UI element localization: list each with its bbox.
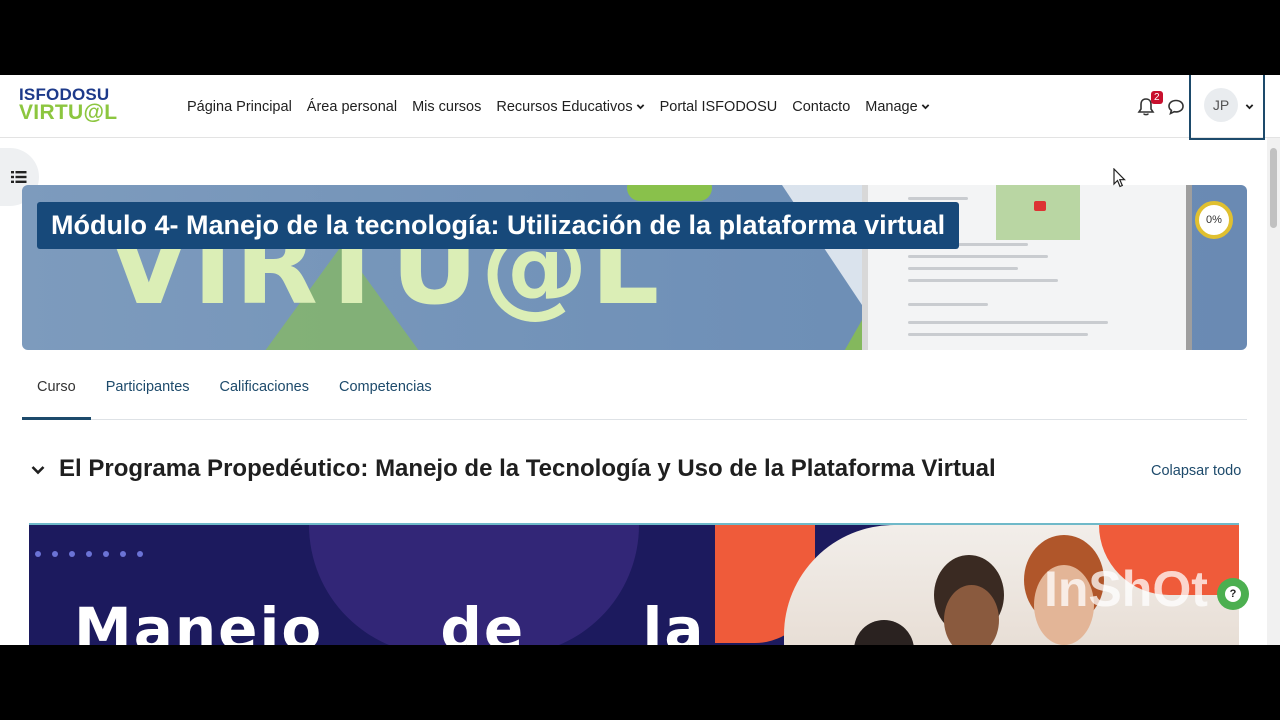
top-navbar: ISFODOSU VIRTU@L Página Principal Área p… (0, 75, 1280, 140)
scrollbar-thumb[interactable] (1270, 148, 1277, 228)
page-title: Módulo 4- Manejo de la tecnología: Utili… (37, 202, 960, 249)
logo-bottom-text: VIRTU@L (19, 101, 118, 124)
site-logo[interactable]: ISFODOSU VIRTU@L (19, 86, 117, 123)
tab-participantes[interactable]: Participantes (91, 360, 205, 420)
course-progress-indicator: 0% (1195, 201, 1233, 239)
browser-viewport: ISFODOSU VIRTU@L Página Principal Área p… (0, 75, 1280, 645)
mouse-cursor-icon (1113, 168, 1126, 188)
nav-item-label: Recursos Educativos (496, 98, 633, 115)
collapse-all-link[interactable]: Colapsar todo (1151, 463, 1241, 479)
nav-item-manage[interactable]: Manage (865, 99, 929, 115)
nav-item-portal-isfodosu[interactable]: Portal ISFODOSU (660, 99, 778, 115)
list-icon (10, 171, 26, 183)
chat-bubble-icon[interactable] (1167, 98, 1185, 116)
primary-navigation: Página Principal Área personal Mis curso… (187, 75, 930, 138)
section-summary-image: Manejo de la InShOt (29, 523, 1239, 645)
question-mark-icon: ? (1225, 586, 1241, 602)
user-menu-toggle[interactable]: JP (1189, 75, 1265, 140)
nav-item-label: Mis cursos (412, 98, 482, 115)
tab-calificaciones[interactable]: Calificaciones (205, 360, 324, 420)
nav-item-mis-cursos[interactable]: Mis cursos (412, 99, 481, 115)
collapse-section-chevron-icon[interactable] (30, 462, 46, 478)
section-title[interactable]: El Programa Propedéutico: Manejo de la T… (59, 455, 996, 483)
help-button[interactable]: ? (1217, 578, 1249, 610)
banner-decoration (627, 185, 712, 201)
image-decoration-dots (35, 551, 143, 557)
nav-item-pagina-principal[interactable]: Página Principal (187, 99, 292, 115)
nav-item-label: Manage (865, 98, 918, 115)
nav-item-label: Portal ISFODOSU (659, 98, 778, 115)
tab-curso[interactable]: Curso (22, 360, 91, 420)
video-watermark: InShOt (1044, 561, 1208, 617)
course-secondary-navigation: Curso Participantes Calificaciones Compe… (22, 360, 1247, 420)
nav-item-label: Área personal (306, 98, 398, 115)
banner-thumb-image (996, 185, 1080, 240)
nav-item-label: Página Principal (187, 98, 292, 115)
chevron-down-icon (921, 104, 929, 110)
chevron-down-icon (1245, 104, 1254, 110)
notification-count-badge: 2 (1151, 91, 1163, 104)
nav-item-area-personal[interactable]: Área personal (307, 99, 397, 115)
nav-item-recursos-educativos[interactable]: Recursos Educativos (496, 99, 644, 115)
nav-item-label: Contacto (792, 98, 851, 115)
tab-competencias[interactable]: Competencias (324, 360, 447, 420)
avatar: JP (1204, 88, 1238, 122)
section-image-heading: Manejo de la (74, 595, 706, 645)
page-scrollbar[interactable] (1267, 138, 1280, 645)
play-icon (1034, 201, 1046, 211)
nav-item-contacto[interactable]: Contacto (792, 99, 850, 115)
chevron-down-icon (636, 104, 644, 110)
